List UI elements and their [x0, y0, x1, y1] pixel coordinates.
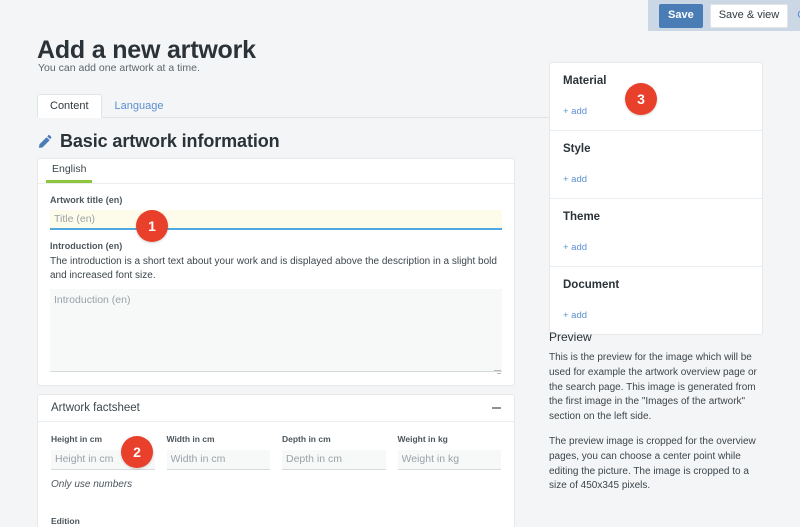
tab-language[interactable]: Language — [102, 94, 177, 118]
document-add-link[interactable]: + add — [563, 310, 587, 321]
depth-input[interactable] — [282, 449, 386, 470]
preview-paragraph-1: This is the preview for the image which … — [549, 352, 757, 423]
preview-paragraph-2: The preview image is cropped for the ove… — [549, 435, 756, 492]
basic-information-card: English Artwork title (en) Introduction … — [37, 158, 515, 386]
page-title: Add a new artwork — [37, 36, 256, 64]
annotation-badge-2: 2 — [121, 436, 153, 468]
material-title: Material — [563, 75, 607, 87]
minus-icon[interactable] — [492, 407, 501, 409]
save-and-view-button[interactable]: Save & view — [709, 3, 789, 28]
edition-label: Edition — [51, 515, 80, 526]
introduction-label: Introduction (en) — [50, 241, 123, 251]
factsheet-title: Artwork factsheet — [51, 402, 140, 414]
field-group-width: Width in cm — [166, 434, 270, 470]
factsheet-dimension-fields: Height in cm Width in cm Depth in cm Wei… — [38, 434, 514, 470]
style-add-link[interactable]: + add — [563, 174, 587, 185]
material-add-link[interactable]: + add — [563, 106, 587, 117]
annotation-badge-3: 3 — [625, 83, 657, 115]
save-button[interactable]: Save — [659, 3, 703, 28]
document-title: Document — [563, 279, 620, 291]
cancel-link[interactable]: Cancel — [795, 5, 800, 27]
theme-add-link[interactable]: + add — [563, 242, 587, 253]
basic-fields: Artwork title (en) Introduction (en) The… — [38, 195, 514, 374]
width-label: Width in cm — [166, 434, 215, 444]
field-group-weight: Weight in kg — [397, 434, 501, 470]
page-subtitle: You can add one artwork at a time. — [38, 62, 200, 74]
theme-title: Theme — [563, 211, 601, 223]
tab-content[interactable]: Content — [37, 93, 102, 118]
weight-label: Weight in kg — [397, 434, 448, 444]
language-tabs: English — [38, 159, 514, 184]
language-tab-english[interactable]: English — [46, 161, 93, 183]
width-input[interactable] — [166, 449, 270, 470]
weight-input[interactable] — [397, 449, 501, 470]
sidebar-section-theme: Theme + add — [550, 199, 762, 267]
factsheet-hint: Only use numbers — [51, 478, 133, 490]
factsheet-panel-header[interactable]: Artwork factsheet — [38, 395, 514, 422]
artwork-title-label: Artwork title (en) — [50, 195, 123, 205]
introduction-help-text: The introduction is a short text about y… — [50, 256, 497, 282]
artwork-title-input[interactable] — [50, 210, 502, 230]
annotation-badge-1: 1 — [136, 210, 168, 242]
field-group-depth: Depth in cm — [282, 434, 386, 470]
action-toolbar: Save Save & view Cancel — [648, 0, 800, 31]
basic-info-heading-text: Basic artwork information — [60, 131, 280, 151]
pencil-icon — [38, 134, 53, 149]
basic-info-heading: Basic artwork information — [38, 131, 280, 152]
sidebar-section-document: Document + add — [550, 267, 762, 334]
preview-title: Preview — [549, 330, 592, 344]
sidebar-section-style: Style + add — [550, 131, 762, 199]
depth-label: Depth in cm — [282, 434, 331, 444]
artwork-factsheet-card: Artwork factsheet Height in cm Width in … — [37, 394, 515, 527]
introduction-textarea[interactable] — [50, 289, 502, 373]
preview-info-block: Preview This is the preview for the imag… — [549, 330, 765, 504]
artwork-form-page: Save Save & view Cancel Add a new artwor… — [0, 0, 800, 527]
style-title: Style — [563, 143, 591, 155]
